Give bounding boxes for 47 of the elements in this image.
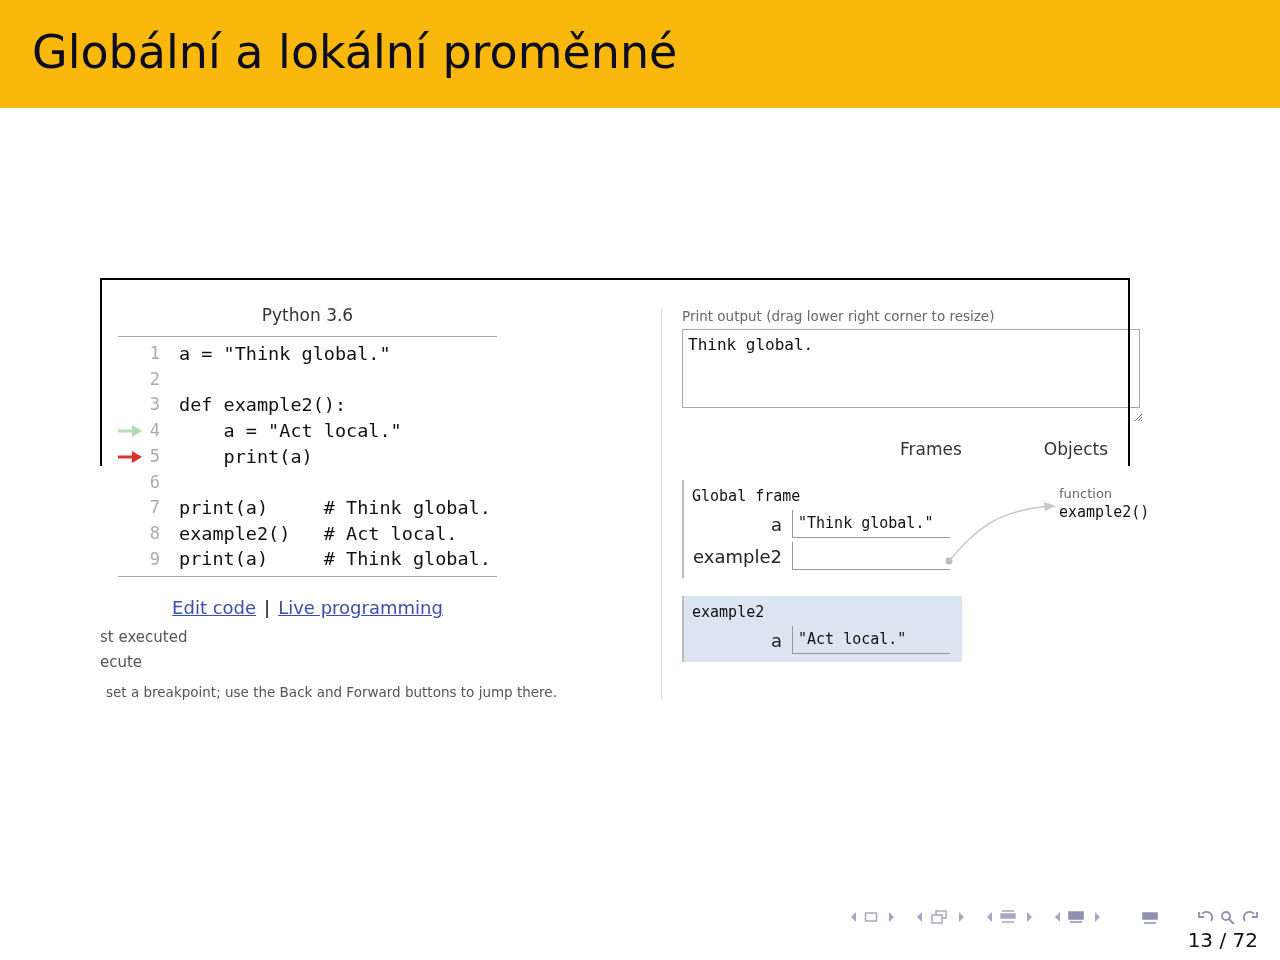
frame-title: Global frame: [692, 486, 802, 506]
code-line: a = "Think global.": [179, 341, 391, 366]
slide-title: Globální a lokální proměnné: [32, 29, 678, 79]
line-number: 2: [148, 367, 160, 391]
object-type: function: [1059, 486, 1114, 502]
line-number: 5: [148, 444, 160, 468]
section-icon[interactable]: [1068, 910, 1084, 924]
variable-name: a: [769, 513, 783, 537]
line-number: 8: [148, 521, 160, 545]
line-number: 3: [148, 393, 160, 417]
edit-code-link[interactable]: Edit code: [172, 597, 257, 620]
link-separator: |: [264, 597, 271, 620]
code-line: print(a) # Think global.: [179, 496, 491, 521]
subsection-icon[interactable]: [1000, 910, 1016, 924]
slide-icon[interactable]: [864, 910, 878, 924]
object-name: example2(): [1059, 502, 1150, 522]
page-number: 13 / 72: [1187, 928, 1258, 952]
code-line: example2() # Act local.: [179, 521, 458, 546]
hint-text: set a breakpoint; use the Back and Forward buttons to jump there.: [105, 683, 558, 702]
legend-text: ecute: [100, 652, 144, 674]
language-label: Python 3.6: [118, 304, 497, 337]
variable-value: "Think global.": [792, 510, 950, 538]
print-output-box: Think global.: [682, 329, 1140, 408]
line-number: 1: [148, 342, 160, 366]
undo-icon[interactable]: [1198, 910, 1214, 924]
line-number: 9: [148, 547, 160, 571]
print-output-label: Print output (drag lower right corner to resize): [682, 308, 996, 324]
code-line: def example2():: [179, 393, 347, 418]
resize-handle-icon[interactable]: [1134, 413, 1143, 422]
legend-text: st executed: [100, 627, 189, 649]
code-line: print(a) # Think global.: [179, 547, 491, 572]
code-line: print(a): [222, 444, 313, 469]
variable-name: a: [769, 629, 783, 653]
line-number: 6: [148, 470, 160, 494]
document-icon[interactable]: [1142, 910, 1158, 924]
variable-name: example2: [692, 545, 783, 569]
line-number: 4: [148, 419, 160, 443]
variable-value: "Act local.": [792, 626, 950, 654]
code-line: a = "Act local.": [222, 419, 402, 444]
frames-icon[interactable]: [930, 910, 948, 924]
objects-heading: Objects: [1043, 438, 1109, 460]
frames-heading: Frames: [900, 438, 962, 460]
live-programming-link[interactable]: Live programming: [278, 597, 443, 620]
frame-title: example2: [692, 602, 766, 622]
line-number: 7: [148, 496, 160, 520]
search-icon[interactable]: [1220, 910, 1236, 924]
redo-icon[interactable]: [1242, 910, 1258, 924]
